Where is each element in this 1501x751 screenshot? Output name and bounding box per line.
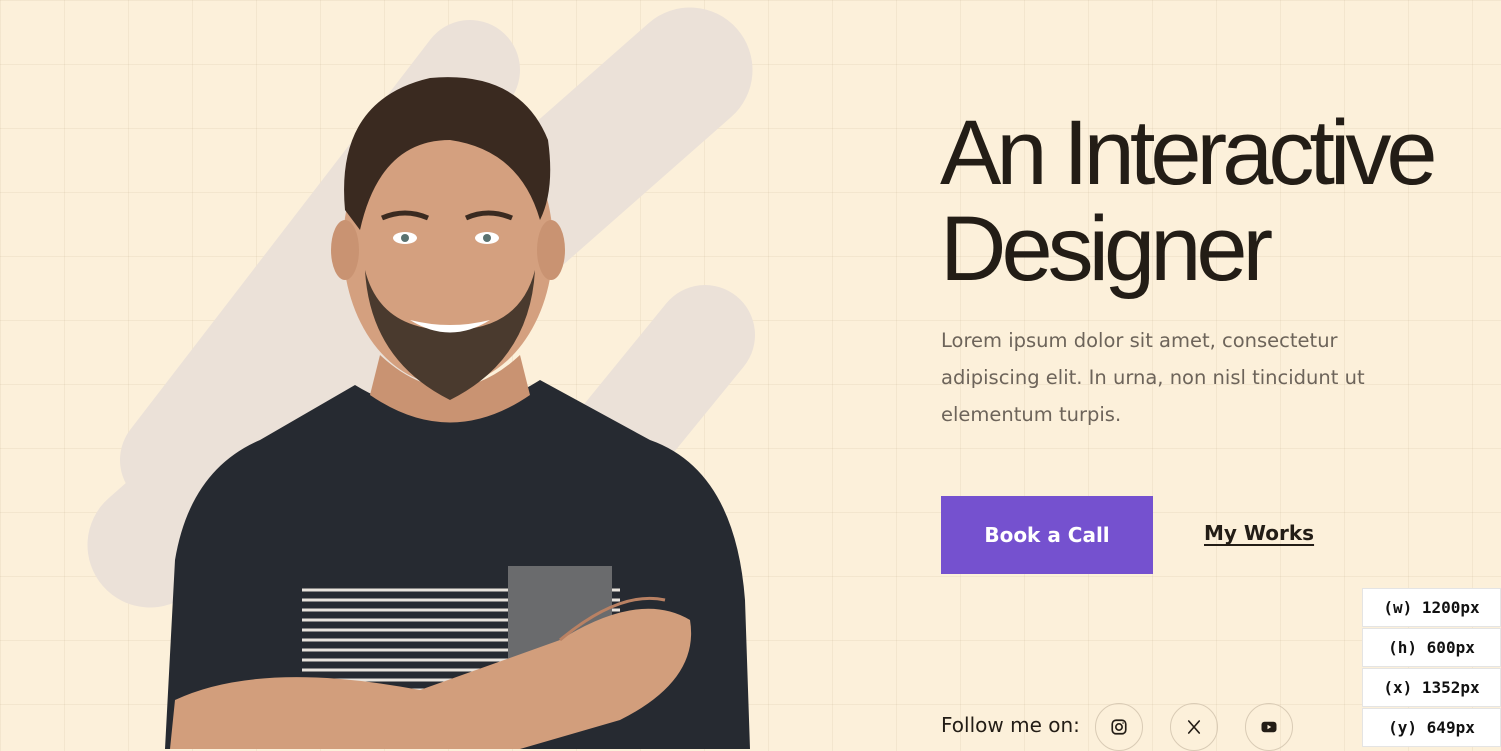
intro-paragraph: Lorem ipsum dolor sit amet, consectetur …	[941, 329, 1365, 426]
x-readout: (x) 1352px	[1362, 668, 1501, 707]
page-title: An Interactive Designer	[940, 102, 1438, 300]
y-readout: (y) 649px	[1362, 708, 1501, 747]
height-readout: (h) 600px	[1362, 628, 1501, 667]
x-icon	[1187, 720, 1201, 734]
x-twitter-button[interactable]	[1170, 703, 1218, 751]
follow-me-label: Follow me on:	[941, 713, 1080, 737]
instagram-button[interactable]	[1095, 703, 1143, 751]
youtube-icon	[1261, 721, 1277, 733]
instagram-icon	[1111, 719, 1127, 735]
book-a-call-button[interactable]: Book a Call	[941, 496, 1153, 574]
headline-line-2: Designer	[940, 198, 1273, 300]
width-readout: (w) 1200px	[1362, 588, 1501, 627]
headline-line-1: An Interactive	[940, 102, 1438, 204]
youtube-button[interactable]	[1245, 703, 1293, 751]
hero-illustration	[87, 7, 755, 749]
dimension-inspector: (w) 1200px (h) 600px (x) 1352px (y) 649p…	[1362, 588, 1501, 748]
my-works-link[interactable]: My Works	[1204, 521, 1314, 545]
